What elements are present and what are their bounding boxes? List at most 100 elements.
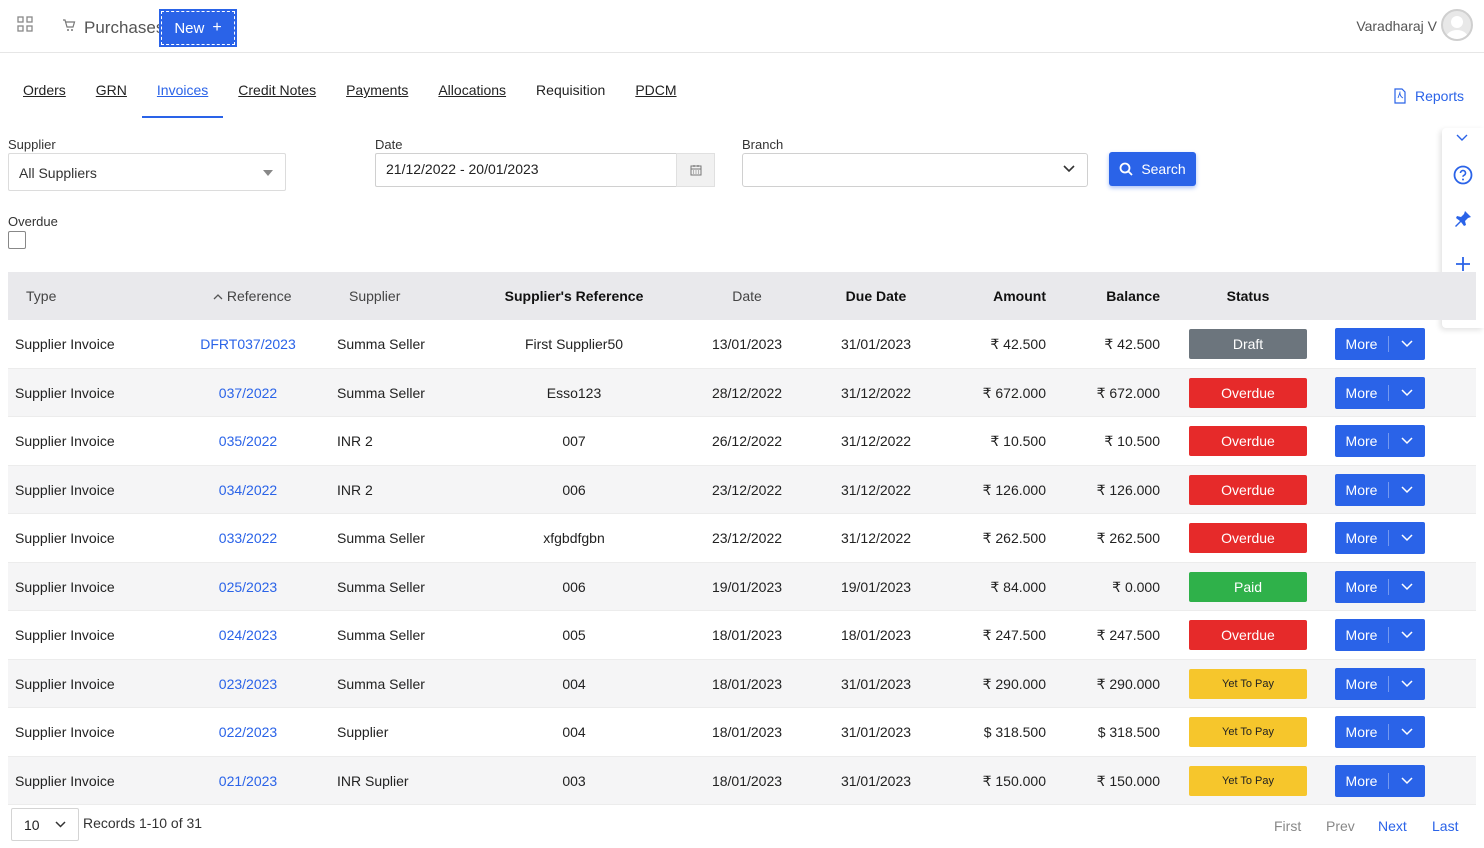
tab-label: GRN <box>95 82 127 98</box>
tab-orders[interactable]: Orders <box>8 70 81 118</box>
pager-prev[interactable]: Prev <box>1326 818 1355 834</box>
table-row: Supplier Invoice 025/2023 Summa Seller 006 1… <box>8 562 1476 611</box>
tab-label: Credit Notes <box>238 82 317 98</box>
cell-supplier: Summa Seller <box>337 530 425 546</box>
more-button[interactable]: More <box>1335 570 1425 603</box>
cell-balance: ₹ 42.500 <box>1104 336 1160 352</box>
cell-due-date: 31/01/2023 <box>840 724 912 740</box>
cell-reference[interactable]: 033/2022 <box>219 530 277 546</box>
more-button[interactable]: More <box>1335 716 1425 748</box>
column-header-status: Status <box>1226 288 1270 304</box>
supplier-select[interactable]: All Suppliers <box>8 153 286 191</box>
more-button-label: More <box>1335 578 1389 595</box>
new-button[interactable]: New + <box>159 9 237 47</box>
cell-date: 18/01/2023 <box>711 627 783 643</box>
tab-requisition[interactable]: Requisition <box>521 70 620 118</box>
cell-reference[interactable]: DFRT037/2023 <box>200 336 295 352</box>
tab-grn[interactable]: GRN <box>81 70 142 118</box>
search-button[interactable]: Search <box>1109 152 1196 186</box>
table-row: Supplier Invoice 024/2023 Summa Seller 005 1… <box>8 611 1476 660</box>
cell-supplier-reference: 005 <box>562 627 586 643</box>
pager-last[interactable]: Last <box>1432 818 1458 834</box>
date-range-input[interactable]: 21/12/2022 - 20/01/2023 <box>375 153 677 187</box>
status-badge: Draft <box>1189 329 1307 359</box>
tab-invoices[interactable]: Invoices <box>141 70 224 118</box>
more-button[interactable]: More <box>1335 522 1425 554</box>
cell-due-date: 31/12/2022 <box>840 384 912 401</box>
cell-supplier-reference: 004 <box>562 675 586 692</box>
column-header-date[interactable]: Date <box>732 288 762 304</box>
cell-reference[interactable]: 022/2023 <box>219 724 277 740</box>
table-row: Supplier Invoice DFRT037/2023 Summa Seller… <box>8 320 1476 369</box>
cell-type: Supplier Invoice <box>15 724 115 740</box>
search-icon <box>1119 162 1133 176</box>
cell-supplier-reference: 006 <box>562 578 586 595</box>
tab-label: Orders <box>23 82 66 98</box>
branch-select[interactable] <box>742 153 1088 187</box>
column-header-label: Reference <box>226 288 292 304</box>
reports-link[interactable]: Reports <box>1393 88 1464 104</box>
chevron-down-icon <box>55 821 66 828</box>
tab-pdcm[interactable]: PDCM <box>620 70 691 118</box>
cell-reference[interactable]: 035/2022 <box>219 433 277 449</box>
tab-allocations[interactable]: Allocations <box>423 70 521 118</box>
more-button[interactable]: More <box>1335 473 1425 506</box>
chevron-down-icon <box>1401 631 1413 639</box>
more-button[interactable]: More <box>1335 425 1425 457</box>
column-header-supplier[interactable]: Supplier <box>349 288 400 304</box>
per-page-select[interactable]: 10 <box>11 808 79 841</box>
tab-label: Requisition <box>536 82 606 98</box>
cell-balance: $ 318.500 <box>1097 724 1160 740</box>
help-icon[interactable] <box>1453 165 1473 185</box>
cell-amount: ₹ 84.000 <box>990 578 1046 595</box>
more-button[interactable]: More <box>1335 619 1425 651</box>
tab-payments[interactable]: Payments <box>331 70 423 118</box>
cell-balance: ₹ 150.000 <box>1096 772 1160 789</box>
more-button-label: More <box>1335 627 1389 643</box>
plus-icon[interactable] <box>1453 254 1473 274</box>
more-button[interactable]: More <box>1335 764 1425 797</box>
cell-amount: ₹ 672.000 <box>982 384 1046 401</box>
cell-supplier-reference: Esso123 <box>546 384 602 401</box>
more-button[interactable]: More <box>1335 376 1425 409</box>
column-header-type[interactable]: Type <box>26 288 56 304</box>
cell-amount: $ 318.500 <box>983 724 1046 740</box>
chevron-down-icon <box>1401 534 1413 542</box>
column-header-reference[interactable]: Reference <box>213 288 291 304</box>
cell-balance: ₹ 126.000 <box>1096 481 1160 498</box>
cell-supplier: Summa Seller <box>337 336 425 352</box>
cell-type: Supplier Invoice <box>15 675 115 692</box>
cell-supplier-reference: 006 <box>562 481 586 498</box>
cell-reference[interactable]: 037/2022 <box>219 385 277 401</box>
cell-reference[interactable]: 034/2022 <box>219 482 277 498</box>
status-badge: Paid <box>1189 571 1307 602</box>
cell-type: Supplier Invoice <box>15 627 115 643</box>
cell-amount: ₹ 247.500 <box>982 627 1046 643</box>
cell-supplier: Supplier <box>337 724 389 740</box>
table-row: Supplier Invoice 022/2023 Supplier 004 18/01… <box>8 708 1476 757</box>
table-row: Supplier Invoice 034/2022 INR 2 006 23/12/20… <box>8 465 1476 514</box>
tab-credit-notes[interactable]: Credit Notes <box>223 70 331 118</box>
cell-reference[interactable]: 023/2023 <box>219 676 277 692</box>
user-name[interactable]: Varadharaj V <box>1356 18 1437 34</box>
overdue-checkbox[interactable] <box>8 231 26 249</box>
more-button[interactable]: More <box>1335 328 1425 360</box>
table-body: Supplier Invoice DFRT037/2023 Summa Seller… <box>8 320 1476 805</box>
pager-first[interactable]: First <box>1274 818 1301 834</box>
cell-supplier: Summa Seller <box>337 384 425 401</box>
cell-balance: ₹ 0.000 <box>1112 578 1160 595</box>
more-button[interactable]: More <box>1335 667 1425 700</box>
pager-next[interactable]: Next <box>1378 818 1407 834</box>
pin-icon[interactable] <box>1453 209 1473 229</box>
calendar-button[interactable] <box>676 153 715 187</box>
table-row: Supplier Invoice 021/2023 INR Suplier 003 18… <box>8 756 1476 805</box>
apps-grid-icon[interactable] <box>17 16 33 32</box>
chevron-down-icon[interactable] <box>1456 134 1468 142</box>
avatar[interactable] <box>1441 9 1473 41</box>
cell-reference[interactable]: 021/2023 <box>219 773 277 789</box>
cell-type: Supplier Invoice <box>15 384 115 401</box>
cell-reference[interactable]: 025/2023 <box>219 579 277 595</box>
chevron-down-icon <box>1401 340 1413 348</box>
cell-reference[interactable]: 024/2023 <box>219 627 277 643</box>
cell-balance: ₹ 290.000 <box>1096 675 1160 692</box>
